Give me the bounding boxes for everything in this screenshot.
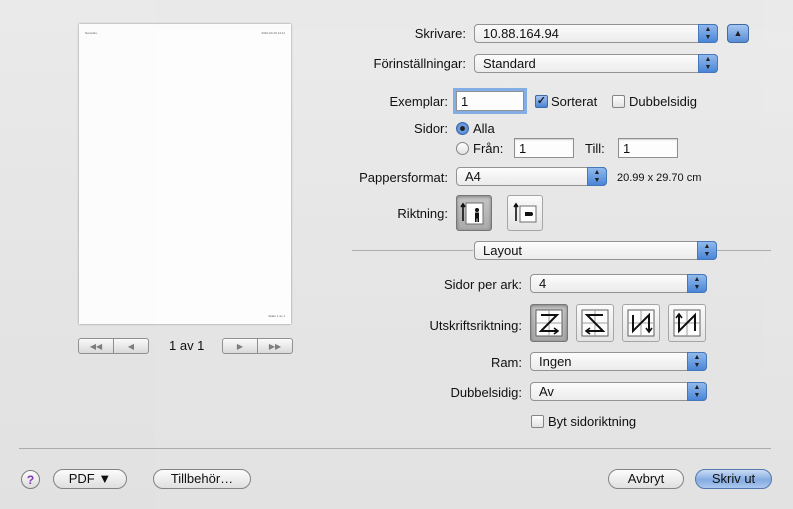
twosided-label: Dubbelsidig <box>629 94 697 109</box>
pages-from-input[interactable]: 1 <box>514 138 574 158</box>
preview-header-left: Namnlös <box>85 31 97 35</box>
landscape-orientation-icon <box>513 202 537 223</box>
presets-popup[interactable]: Standard ▲ ▼ <box>474 54 718 73</box>
preview-nav-back-group: ◀◀ ◀ <box>78 338 149 354</box>
copies-label: Exemplar: <box>389 94 448 109</box>
popup-arrows-icon: ▲ ▼ <box>698 24 718 43</box>
disclosure-toggle-button[interactable]: ▲ <box>727 24 749 43</box>
presets-value: Standard <box>483 56 536 71</box>
layout-direction-label: Utskriftsriktning: <box>429 318 522 333</box>
print-button[interactable]: Skriv ut <box>695 469 772 489</box>
popup-arrows-icon: ▲ ▼ <box>698 54 718 73</box>
pages-all-radio[interactable] <box>456 122 469 135</box>
popup-arrows-icon: ▲ ▼ <box>587 167 607 186</box>
help-button[interactable]: ? <box>21 470 40 489</box>
last-page-button[interactable]: ▶▶ <box>257 339 292 353</box>
pages-to-value: 1 <box>623 141 631 156</box>
next-page-button[interactable]: ▶ <box>223 339 257 353</box>
preview-footer: Sidan 1 av 1 <box>268 314 285 318</box>
popup-arrows-icon: ▲ ▼ <box>687 352 707 371</box>
first-page-button[interactable]: ◀◀ <box>79 339 113 353</box>
layout-direction-z-button[interactable] <box>530 304 568 342</box>
page-indicator: 1 av 1 <box>169 338 205 353</box>
layout-s-icon <box>581 309 609 337</box>
collated-label: Sorterat <box>551 94 598 109</box>
pages-to-input[interactable]: 1 <box>618 138 678 158</box>
paper-popup[interactable]: A4 ▲ ▼ <box>456 167 607 186</box>
pages-all-label: Alla <box>473 121 495 136</box>
copies-input[interactable]: 1 <box>456 91 524 111</box>
section-popup[interactable]: Layout ▲ ▼ <box>474 241 717 260</box>
printer-label: Skrivare: <box>414 26 466 41</box>
supplies-button[interactable]: Tillbehör… <box>153 469 251 489</box>
layout-twosided-label: Dubbelsidig: <box>450 385 522 400</box>
popup-arrows-icon: ▲ ▼ <box>697 241 717 260</box>
pages-from-label: Från: <box>473 141 504 156</box>
printer-value: 10.88.164.94 <box>483 26 559 41</box>
section-divider-left <box>352 250 473 251</box>
flip-orientation-label: Byt sidoriktning <box>548 414 637 429</box>
prev-page-button[interactable]: ◀ <box>113 339 148 353</box>
pages-label: Sidor: <box>414 121 448 136</box>
page-preview: Namnlös 2010-03-15 14:11 Sidan 1 av 1 <box>79 24 291 324</box>
border-value: Ingen <box>539 354 572 369</box>
paper-size-text: 20.99 x 29.70 cm <box>617 172 702 184</box>
paper-label: Pappersformat: <box>359 170 448 185</box>
section-divider-right <box>716 250 771 251</box>
pdf-menu-button[interactable]: PDF ▼ <box>53 469 127 489</box>
layout-direction-s-button[interactable] <box>576 304 614 342</box>
layout-direction-n-button[interactable] <box>622 304 660 342</box>
preview-nav-forward-group: ▶ ▶▶ <box>222 338 293 354</box>
printer-popup[interactable]: 10.88.164.94 ▲ ▼ <box>474 24 718 43</box>
border-label: Ram: <box>490 355 522 370</box>
layout-twosided-value: Av <box>539 384 554 399</box>
pages-to-label: Till: <box>585 141 605 156</box>
pages-range-radio[interactable] <box>456 142 469 155</box>
portrait-orientation-icon <box>460 202 484 225</box>
orientation-portrait-button[interactable] <box>456 195 492 231</box>
paper-value: A4 <box>465 169 481 184</box>
layout-z-icon <box>535 309 563 337</box>
flip-orientation-checkbox[interactable] <box>531 415 544 428</box>
layout-n-icon <box>627 309 655 337</box>
preview-header-right: 2010-03-15 14:11 <box>261 31 285 35</box>
orientation-landscape-button[interactable] <box>507 195 543 231</box>
pages-per-sheet-label: Sidor per ark: <box>443 277 522 292</box>
pages-per-sheet-popup[interactable]: 4 ▲ ▼ <box>530 274 707 293</box>
section-value: Layout <box>483 243 523 258</box>
layout-reverse-n-icon <box>673 309 701 337</box>
bottom-divider <box>19 448 771 449</box>
pages-per-sheet-value: 4 <box>539 276 547 291</box>
layout-twosided-popup[interactable]: Av ▲ ▼ <box>530 382 707 401</box>
pages-from-value: 1 <box>519 141 527 156</box>
twosided-checkbox[interactable] <box>612 95 625 108</box>
layout-direction-reverse-n-button[interactable] <box>668 304 706 342</box>
orientation-label: Riktning: <box>397 206 448 221</box>
cancel-button[interactable]: Avbryt <box>608 469 684 489</box>
popup-arrows-icon: ▲ ▼ <box>687 274 707 293</box>
border-popup[interactable]: Ingen ▲ ▼ <box>530 352 707 371</box>
collated-checkbox[interactable]: ✓ <box>535 95 548 108</box>
print-sheet: Namnlös 2010-03-15 14:11 Sidan 1 av 1 ◀◀… <box>0 0 793 509</box>
popup-arrows-icon: ▲ ▼ <box>687 382 707 401</box>
presets-label: Förinställningar: <box>373 56 467 71</box>
copies-value: 1 <box>461 94 469 109</box>
